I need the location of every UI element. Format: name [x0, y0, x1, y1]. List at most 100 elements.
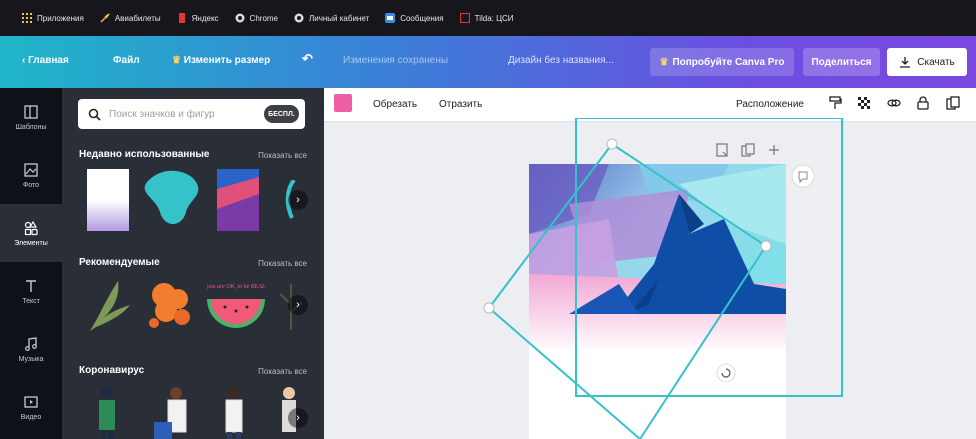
- flower-thumb[interactable]: [142, 277, 198, 332]
- duplicate-icon[interactable]: [946, 96, 960, 110]
- recent-design-thumb[interactable]: [217, 169, 259, 231]
- share-button[interactable]: Поделиться: [803, 48, 880, 76]
- text-icon: [26, 279, 36, 292]
- plane-icon: [100, 13, 110, 23]
- section-title-recent: Недавно использованные: [79, 149, 210, 160]
- flip-button[interactable]: Отразить: [439, 99, 482, 110]
- bookmark-messages[interactable]: Сообщения: [385, 13, 444, 23]
- bookmark-label: Личный кабинет: [309, 13, 370, 23]
- chrome-icon: [235, 13, 245, 23]
- try-pro-label: Попробуйте Canva Pro: [672, 56, 785, 68]
- rail-label: Фото: [22, 181, 40, 189]
- bookmark-label: Tilda: ЦСИ: [474, 13, 514, 23]
- search-placeholder: Поиск значков и фигур: [109, 108, 215, 120]
- music-icon: [25, 336, 37, 351]
- recent-gradient-thumb[interactable]: [87, 169, 129, 231]
- bookmarks-bar: Приложения Авиабилеты Яндекс Chrome Личн…: [0, 0, 976, 36]
- bookmark-label: Приложения: [37, 13, 84, 23]
- recent-blob-thumb[interactable]: [144, 170, 204, 228]
- rotated-shape-outline: [487, 142, 768, 439]
- rail-label: Элементы: [14, 239, 48, 247]
- rail-item-text[interactable]: Текст: [0, 262, 62, 320]
- save-status: Изменения сохранены: [343, 55, 449, 66]
- home-link[interactable]: ‹ Главная: [22, 55, 69, 66]
- bookmark-apps[interactable]: Приложения: [22, 13, 84, 23]
- resize-handle-left[interactable]: [483, 302, 495, 314]
- design-title[interactable]: Дизайн без названия...: [508, 55, 614, 66]
- tilda-icon: [459, 13, 470, 23]
- bookmark-account[interactable]: Личный кабинет: [294, 13, 369, 23]
- side-rail: Шаблоны Фото Элементы Текст Музыка Видео: [0, 88, 62, 439]
- show-all-recent[interactable]: Показать все: [258, 151, 307, 160]
- crop-button[interactable]: Обрезать: [373, 99, 417, 110]
- elements-panel: Поиск значков и фигур БЕСПЛ. Недавно исп…: [62, 88, 324, 439]
- bookmark-chrome[interactable]: Chrome: [235, 13, 278, 23]
- rail-label: Видео: [20, 413, 42, 421]
- chrome-icon: [294, 13, 304, 23]
- crown-icon: ♛: [172, 55, 184, 66]
- bookmark-label: Яндекс: [191, 13, 219, 23]
- rail-item-elements[interactable]: Элементы: [0, 204, 62, 262]
- bookmark-yandex[interactable]: Яндекс: [177, 13, 219, 23]
- download-icon: [900, 57, 911, 68]
- free-filter-badge[interactable]: БЕСПЛ.: [264, 105, 299, 123]
- doctor-white-thumb[interactable]: [218, 386, 250, 439]
- chevron-right-icon[interactable]: ›: [288, 408, 308, 428]
- link-icon[interactable]: [887, 96, 901, 110]
- rail-label: Текст: [22, 297, 40, 305]
- rail-label: Музыка: [18, 355, 44, 363]
- bookmark-flights[interactable]: Авиабилеты: [100, 13, 161, 23]
- photo-icon: [24, 162, 38, 177]
- resize-handle-top[interactable]: [606, 138, 618, 150]
- fill-color-swatch[interactable]: [334, 94, 352, 112]
- chevron-right-icon[interactable]: ›: [288, 190, 308, 210]
- position-button[interactable]: Расположение: [736, 99, 804, 110]
- transparency-icon[interactable]: [857, 96, 871, 110]
- bookmark-label: Сообщения: [400, 13, 444, 23]
- apps-grid-icon: [22, 13, 32, 23]
- lock-icon[interactable]: [916, 96, 930, 110]
- sticker-text: you are OK, to be REAL: [206, 284, 266, 290]
- section-title-recommended: Рекомендуемые: [79, 257, 160, 268]
- messages-icon: [385, 13, 396, 23]
- selection-box[interactable]: [575, 118, 843, 397]
- search-input[interactable]: Поиск значков и фигур БЕСПЛ.: [78, 99, 305, 129]
- resize-label: Изменить размер: [183, 55, 271, 66]
- home-label: Главная: [28, 55, 69, 66]
- editor-canvas-area: Обрезать Отразить Расположение: [324, 88, 976, 439]
- bookmark-tilda[interactable]: Tilda: ЦСИ: [459, 13, 514, 23]
- video-icon: [24, 395, 38, 408]
- rotate-handle[interactable]: [716, 363, 736, 383]
- resize-handle-right[interactable]: [760, 240, 772, 252]
- editor-header: ‹ Главная Файл ♛ Изменить размер ↶ Измен…: [0, 36, 976, 88]
- show-all-recommended[interactable]: Показать все: [258, 259, 307, 268]
- elements-icon: [24, 220, 38, 235]
- bookmark-label: Chrome: [249, 13, 278, 23]
- comment-button[interactable]: [791, 164, 815, 188]
- rail-item-photo[interactable]: Фото: [0, 146, 62, 204]
- bookmark-label: Авиабилеты: [114, 13, 161, 23]
- file-menu[interactable]: Файл: [113, 55, 140, 66]
- resize-menu[interactable]: ♛ Изменить размер: [172, 55, 270, 66]
- undo-icon[interactable]: ↶: [302, 51, 313, 67]
- watermelon-sticker-thumb[interactable]: you are OK, to be REAL: [205, 277, 267, 332]
- rail-label: Шаблоны: [15, 123, 47, 131]
- download-label: Скачать: [917, 56, 955, 68]
- try-pro-button[interactable]: ♛ Попробуйте Canva Pro: [650, 48, 794, 76]
- rail-item-music[interactable]: Музыка: [0, 320, 62, 378]
- leaf-thumb[interactable]: [82, 275, 132, 335]
- section-title-coronavirus: Коронавирус: [79, 365, 145, 376]
- doctor-green-thumb[interactable]: [92, 386, 122, 439]
- yandex-icon: [178, 13, 185, 23]
- download-button[interactable]: Скачать: [887, 48, 967, 76]
- chevron-right-icon[interactable]: ›: [288, 295, 308, 315]
- crown-icon: ♛: [659, 56, 669, 68]
- rail-item-templates[interactable]: Шаблоны: [0, 88, 62, 146]
- selection-overlay: [483, 118, 843, 439]
- editor-toolbar: Обрезать Отразить Расположение: [324, 88, 976, 122]
- rail-item-video[interactable]: Видео: [0, 378, 62, 436]
- show-all-coronavirus[interactable]: Показать все: [258, 367, 307, 376]
- templates-icon: [24, 104, 38, 119]
- paint-format-icon[interactable]: [828, 96, 842, 110]
- doctor-patient-thumb[interactable]: [152, 386, 198, 439]
